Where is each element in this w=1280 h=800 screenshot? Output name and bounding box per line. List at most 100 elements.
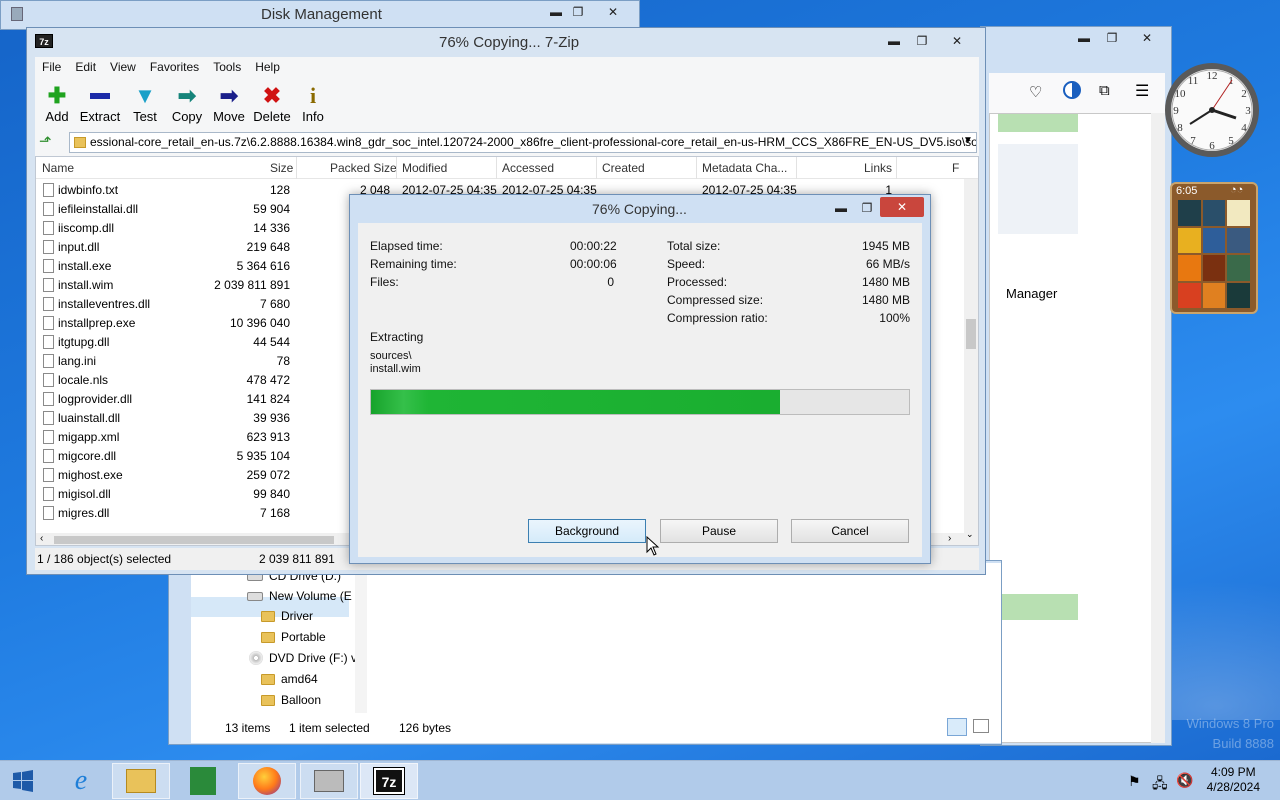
- tray-clock[interactable]: 4:09 PM 4/28/2024: [1207, 765, 1260, 795]
- tree-item[interactable]: DVD Drive (F:) v: [269, 651, 357, 665]
- menu-tools[interactable]: Tools: [206, 60, 248, 74]
- puzzle-controls-icon[interactable]: ◔◔: [1230, 184, 1243, 196]
- browser-window[interactable]: ▬ ❐ ✕ ♡ ⧉ ☰ Manager: [980, 26, 1172, 746]
- total-size-value: 1945 MB: [861, 239, 910, 253]
- close-button[interactable]: ✕: [880, 197, 924, 217]
- path-field[interactable]: essional-core_retail_en-us.7z\6.2.8888.1…: [69, 132, 977, 153]
- taskbar-disk-management[interactable]: [300, 763, 358, 799]
- action-center-flag-icon[interactable]: ⚑: [1128, 773, 1141, 790]
- disk-management-window[interactable]: Disk Management ▬ ❐ ✕: [0, 0, 640, 30]
- copy-button[interactable]: ➡ Copy: [165, 83, 209, 124]
- processed-value: 1480 MB: [861, 275, 910, 289]
- taskbar-file-explorer[interactable]: [112, 763, 170, 799]
- extensions-icon[interactable]: ⧉: [1099, 82, 1110, 99]
- network-icon[interactable]: 🖧: [1152, 773, 1168, 797]
- maximize-button[interactable]: ❐: [905, 30, 939, 51]
- taskbar-internet-explorer[interactable]: e: [52, 763, 110, 799]
- disk-management-icon: [314, 770, 344, 792]
- column-f[interactable]: F: [952, 161, 959, 175]
- close-button[interactable]: ✕: [935, 30, 979, 51]
- menu-favorites[interactable]: Favorites: [143, 60, 206, 74]
- tray-time: 4:09 PM: [1210, 765, 1256, 779]
- tree-item[interactable]: Driver: [281, 609, 313, 623]
- explorer-window[interactable]: CD Drive (D:) New Volume (E Driver Porta…: [168, 560, 1002, 745]
- menu-view[interactable]: View: [103, 60, 143, 74]
- file-size: 478 472: [246, 373, 290, 387]
- scroll-left-icon[interactable]: ‹: [40, 533, 43, 544]
- taskbar-firefox[interactable]: [238, 763, 296, 799]
- progress-dialog[interactable]: 76% Copying... ▬ ❐ ✕ Elapsed time: 00:00…: [349, 194, 931, 564]
- info-button[interactable]: i Info: [291, 83, 335, 124]
- firefox-icon: [253, 767, 281, 795]
- cancel-button[interactable]: Cancel: [791, 519, 909, 543]
- progress-body: Elapsed time: 00:00:22 Remaining time: 0…: [358, 223, 922, 557]
- column-links[interactable]: Links: [864, 161, 892, 175]
- maximize-button[interactable]: ❐: [850, 197, 884, 218]
- chevron-down-icon[interactable]: ▼: [963, 135, 973, 146]
- file-name: itgtupg.dll: [58, 335, 110, 349]
- menu-file[interactable]: File: [35, 60, 68, 74]
- maximize-button[interactable]: ❐: [1095, 27, 1129, 48]
- windows-logo-icon: [13, 770, 33, 792]
- tree-scrollbar[interactable]: [355, 563, 367, 713]
- status-selected: 1 item selected: [289, 721, 370, 735]
- column-size[interactable]: Size: [270, 161, 293, 175]
- svg-text:2: 2: [1241, 88, 1247, 100]
- up-folder-icon[interactable]: ⬏: [39, 132, 52, 150]
- operation-label: Extracting: [370, 330, 424, 344]
- large-icons-view-button[interactable]: [973, 719, 989, 733]
- column-modified[interactable]: Modified: [402, 161, 447, 175]
- taskbar-store[interactable]: [174, 763, 232, 799]
- tree-item[interactable]: Balloon: [281, 693, 321, 707]
- tree-item[interactable]: New Volume (E: [269, 589, 352, 603]
- column-packed-size[interactable]: Packed Size: [330, 161, 397, 175]
- pause-button[interactable]: Pause: [660, 519, 778, 543]
- tree-item[interactable]: amd64: [281, 672, 318, 686]
- menu-help[interactable]: Help: [248, 60, 287, 74]
- folder-icon: [261, 631, 275, 643]
- privacy-icon[interactable]: [1063, 81, 1081, 99]
- column-accessed[interactable]: Accessed: [502, 161, 554, 175]
- column-metadata-changed[interactable]: Metadata Cha...: [702, 161, 787, 175]
- file-name: migapp.xml: [58, 430, 120, 444]
- test-button[interactable]: ▼ Test: [123, 83, 167, 124]
- file-size: 78: [276, 354, 290, 368]
- info-label: Info: [302, 109, 324, 124]
- picture-puzzle-gadget[interactable]: 6:05 ◔◔: [1170, 182, 1258, 314]
- file-icon: [43, 259, 54, 273]
- move-button[interactable]: ➡ Move: [207, 83, 251, 124]
- details-view-button[interactable]: [947, 718, 967, 736]
- scroll-down-icon[interactable]: ⌄: [966, 529, 974, 540]
- extract-button[interactable]: Extract: [75, 83, 125, 124]
- file-icon: [43, 335, 54, 349]
- scrollbar-thumb[interactable]: [966, 319, 976, 349]
- sevenzip-titlebar[interactable]: 7z 76% Copying... 7-Zip ▬ ❐ ✕: [27, 28, 985, 56]
- svg-text:5: 5: [1228, 135, 1234, 147]
- close-button[interactable]: ✕: [1125, 27, 1169, 48]
- info-icon: i: [309, 83, 317, 108]
- column-name[interactable]: Name: [42, 161, 74, 175]
- puzzle-grid[interactable]: [1178, 200, 1250, 308]
- watermark-line-1: Windows 8 Pro: [1186, 716, 1274, 731]
- menu-icon[interactable]: ☰: [1135, 81, 1149, 101]
- file-list-scrollbar[interactable]: ⌄: [964, 179, 978, 545]
- taskbar-7zip[interactable]: 7z: [360, 763, 418, 799]
- add-button[interactable]: ✚ Add: [35, 83, 79, 124]
- background-button[interactable]: Background: [528, 519, 646, 543]
- maximize-button[interactable]: ❐: [561, 1, 595, 22]
- file-name: migres.dll: [58, 506, 110, 520]
- volume-muted-icon[interactable]: 🔇: [1176, 772, 1193, 789]
- tree-item[interactable]: Portable: [281, 630, 326, 644]
- pocket-icon[interactable]: ♡: [1029, 83, 1042, 101]
- file-name: install.wim: [58, 278, 114, 292]
- delete-button[interactable]: ✖ Delete: [249, 83, 295, 124]
- close-button[interactable]: ✕: [591, 1, 635, 22]
- browser-scrollbar[interactable]: [1151, 113, 1165, 743]
- menu-edit[interactable]: Edit: [68, 60, 103, 74]
- status-item-count: 13 items: [225, 721, 271, 735]
- scroll-right-icon[interactable]: ›: [948, 533, 951, 544]
- start-button[interactable]: [0, 763, 46, 799]
- column-created[interactable]: Created: [602, 161, 645, 175]
- h-scrollbar-thumb[interactable]: [54, 536, 334, 544]
- clock-gadget[interactable]: 1212 345 678 91011: [1164, 48, 1260, 172]
